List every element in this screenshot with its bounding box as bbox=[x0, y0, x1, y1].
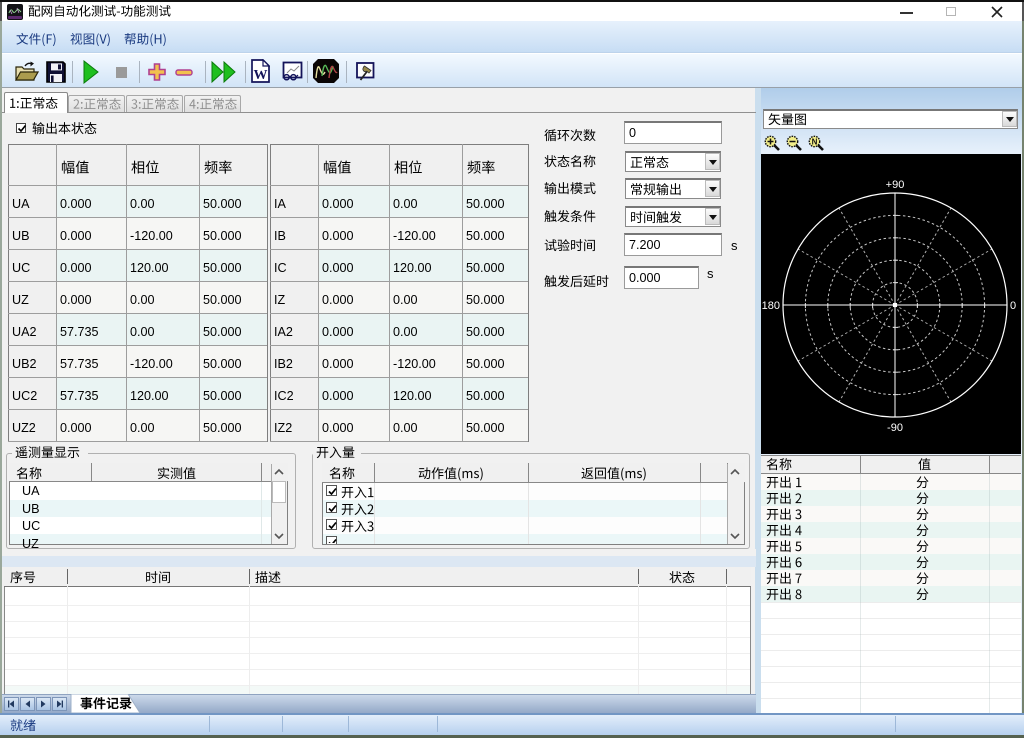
svg-text:N: N bbox=[812, 137, 818, 146]
svg-text:+90: +90 bbox=[886, 179, 905, 191]
svg-text:W: W bbox=[254, 68, 268, 83]
svg-text:180: 180 bbox=[762, 300, 780, 312]
svg-text:-90: -90 bbox=[887, 422, 903, 434]
svg-text:0: 0 bbox=[1010, 300, 1016, 312]
